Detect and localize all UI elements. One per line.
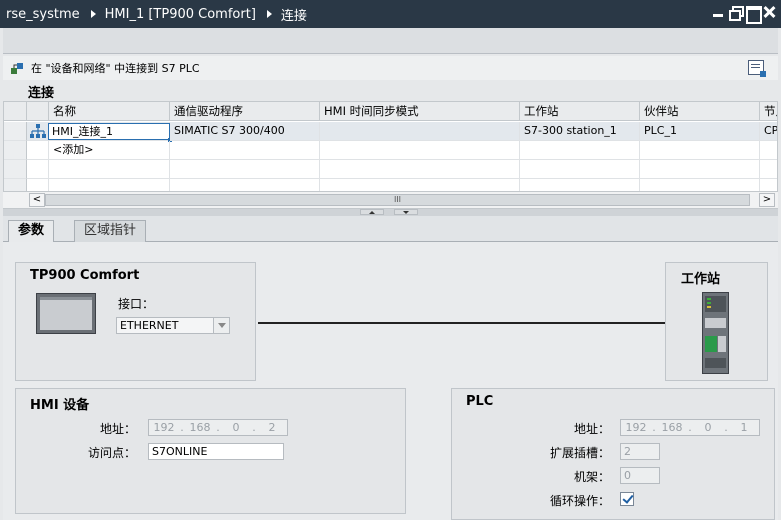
breadcrumb-project[interactable]: rse_systme [6,7,80,22]
list-item [640,141,760,160]
list-item [320,160,520,179]
tab-area-pointers[interactable]: 区域指针 [74,220,147,242]
scroll-right-button[interactable]: > [759,193,775,207]
panel-toggle-icon[interactable] [748,60,766,77]
toolbar [3,28,778,54]
plc-title: PLC [466,394,494,409]
list-item [49,160,170,179]
ip-octet: 1 [740,421,748,434]
row-header-corner [4,102,27,121]
interface-value: ETHERNET [120,319,179,332]
connection-name-input[interactable]: HMI_连接_1 [48,123,172,142]
breadcrumb-page: 连接 [280,8,307,24]
plc-settings: PLC 地址： 192. 168. 0. 1 扩展插槽： 2 机架： 0 循环操… [451,388,775,520]
station-cell[interactable]: S7-300 station_1 [520,122,640,141]
hmi-panel-icon [36,293,96,334]
interface-select[interactable]: ETHERNET [116,317,230,334]
title-bar: rse_systme HMI_1 [TP900 Comfort] 连接 [0,0,781,28]
column-header-driver[interactable]: 通信驱动程序 [170,102,320,121]
panel-splitter[interactable] [3,209,778,216]
chevron-down-icon[interactable] [213,318,229,333]
network-connect-icon[interactable] [9,60,25,76]
station-graphic: 工作站 [665,262,768,381]
rack-label: 机架： [573,470,610,484]
horizontal-scrollbar[interactable]: < III > [3,191,778,208]
list-item [520,141,640,160]
tab-bar: 参数 区域指针 [3,216,778,243]
list-item [520,160,640,179]
list-item [760,160,777,179]
row-number[interactable] [4,122,27,141]
hmi-device-settings: HMI 设备 地址： 192. 168. 0. 2 访问点： S7ONLINE [15,388,406,514]
ip-octet: 192 [625,421,647,434]
column-header-sync-mode[interactable]: HMI 时间同步模式 [320,102,520,121]
column-header-partner[interactable]: 伙伴站 [640,102,760,121]
plc-address-label: 地址： [573,422,610,436]
row-number [4,160,27,179]
column-header-name[interactable]: 名称 [49,102,170,121]
ip-octet: 0 [704,421,712,434]
list-item [640,160,760,179]
list-item [320,141,520,160]
network-link-line [258,322,666,324]
plc-address-field: 192. 168. 0. 1 [620,419,760,436]
list-item [27,160,49,179]
access-point-label: 访问点： [87,446,136,460]
ip-octet: 168 [661,421,683,434]
minimize-icon[interactable] [712,6,724,18]
station-title: 工作站 [681,272,721,287]
maximize-icon[interactable] [746,6,762,24]
tab-parameters[interactable]: 参数 [8,220,55,243]
parameters-panel: TP900 Comfort 接口： ETHERNET 工作站 HMI 设备 地址… [3,242,778,520]
plc-station-icon [702,292,729,374]
ip-octet: 2 [268,421,276,434]
hmi-address-label: 地址： [99,422,136,436]
window-controls [712,6,775,24]
column-header-station[interactable]: 工作站 [520,102,640,121]
add-connection-cell[interactable]: <添加> [49,141,170,160]
scroll-thumb[interactable]: III [45,194,750,206]
section-title: 连接 [28,86,55,101]
rack-input: 0 [620,467,660,484]
hmi-device-title: HMI 设备 [30,398,90,413]
access-point-input[interactable]: S7ONLINE [148,443,284,460]
close-icon[interactable] [763,6,775,18]
ip-octet: 0 [232,421,240,434]
cyclic-operation-label: 循环操作： [549,494,610,508]
list-item [170,160,320,179]
list-item [170,141,320,160]
connection-icon [30,124,46,138]
sync-mode-cell[interactable] [320,122,520,141]
hmi-address-field: 192. 168. 0. 2 [148,419,288,436]
row-number[interactable] [4,141,27,160]
icon-column-header [27,102,49,121]
restore-icon[interactable] [729,6,744,21]
hmi-model-title: TP900 Comfort [30,268,140,283]
connection-action-bar: 在 "设备和网络" 中连接到 S7 PLC [3,56,778,80]
scroll-left-button[interactable]: < [29,193,45,207]
partner-cell[interactable]: PLC_1 [640,122,760,141]
driver-cell[interactable]: SIMATIC S7 300/400 [170,122,320,141]
ip-octet: 192 [153,421,175,434]
cyclic-operation-checkbox[interactable] [620,492,634,506]
interface-label: 接口： [118,297,155,311]
hmi-device-graphic: TP900 Comfort 接口： ETHERNET [15,262,256,381]
splitter-down-icon[interactable] [394,209,418,215]
ip-octet: 168 [189,421,211,434]
breadcrumb-device[interactable]: HMI_1 [TP900 Comfort] [105,7,256,22]
slot-label: 扩展插槽： [549,446,610,460]
node-cell[interactable]: CPU [760,122,777,141]
connect-in-devices-networks-link[interactable]: 在 "设备和网络" 中连接到 S7 PLC [31,60,200,76]
list-item [27,141,49,160]
breadcrumb-arrow-icon [90,10,96,18]
slot-input: 2 [620,443,660,460]
splitter-up-icon[interactable] [360,209,384,215]
column-header-node[interactable]: 节点 [760,102,777,121]
breadcrumb-arrow-icon [266,10,272,18]
list-item [760,141,777,160]
